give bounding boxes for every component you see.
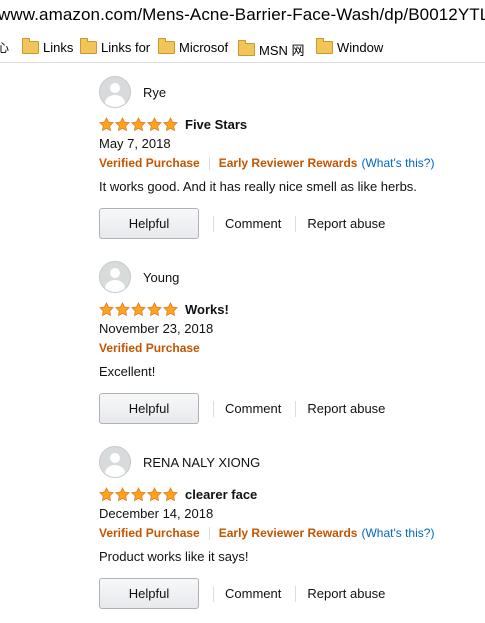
star-icon	[131, 486, 146, 501]
folder-icon	[22, 38, 39, 54]
star-icon	[163, 486, 178, 501]
review-actions: Helpful Comment Report abuse	[99, 208, 479, 239]
review-actions: Helpful Comment Report abuse	[99, 578, 479, 609]
star-icon	[163, 116, 178, 131]
star-icon	[131, 301, 146, 316]
rating-row: Five Stars	[99, 116, 479, 132]
divider	[208, 526, 210, 540]
badges: Verified Purchase Early Reviewer Rewards…	[99, 155, 479, 171]
favorite-label: Links for	[101, 40, 151, 55]
reviewer-profile[interactable]: Young	[99, 261, 479, 293]
report-abuse-link[interactable]: Report abuse	[307, 216, 385, 231]
reviewer-name[interactable]: Young	[143, 270, 179, 285]
favorites-partial-glyph: 心	[0, 39, 9, 56]
star-rating[interactable]	[99, 116, 179, 132]
favorite-label: Microsof	[179, 40, 229, 55]
divider	[213, 585, 214, 602]
favorite-window[interactable]: Window	[316, 38, 384, 55]
helpful-button[interactable]: Helpful	[99, 393, 199, 424]
url-text[interactable]: www.amazon.com/Mens-Acne-Barrier-Face-Wa…	[0, 5, 485, 25]
divider	[213, 215, 214, 232]
early-reviewer-badge: Early Reviewer Rewards	[218, 156, 358, 170]
folder-icon	[158, 38, 175, 54]
badges: Verified Purchase Early Reviewer Rewards…	[99, 525, 479, 541]
report-abuse-link[interactable]: Report abuse	[307, 401, 385, 416]
divider	[208, 156, 210, 170]
rating-row: clearer face	[99, 486, 479, 502]
star-icon	[147, 116, 162, 131]
star-icon	[99, 116, 114, 131]
avatar	[99, 261, 131, 293]
favorites-bar: 心 Links Links for Microsof MSN 网 Window	[0, 36, 485, 63]
star-icon	[99, 486, 114, 501]
reviewer-profile[interactable]: RENA NALY XIONG	[99, 446, 479, 478]
review-title[interactable]: Works!	[185, 302, 229, 317]
reviewer-name[interactable]: RENA NALY XIONG	[143, 455, 260, 470]
avatar	[99, 446, 131, 478]
review-date: November 23, 2018	[99, 321, 214, 336]
star-icon	[115, 486, 130, 501]
divider	[295, 215, 297, 232]
divider	[295, 400, 297, 417]
review-text: It works good. And it has really nice sm…	[99, 179, 417, 194]
star-icon	[163, 301, 178, 316]
review-text: Excellent!	[99, 364, 156, 379]
badges: Verified Purchase	[99, 340, 479, 356]
star-icon	[99, 301, 114, 316]
review-card: RENA NALY XIONG clearer face December 14…	[99, 446, 479, 609]
favorite-microsoft[interactable]: Microsof	[158, 38, 229, 55]
helpful-button[interactable]: Helpful	[99, 578, 199, 609]
review-text: Product works like it says!	[99, 549, 249, 564]
star-icon	[115, 116, 130, 131]
review-title[interactable]: Five Stars	[185, 117, 247, 132]
whats-this-link[interactable]: (What's this?)	[361, 526, 434, 540]
favorite-msn[interactable]: MSN 网	[238, 40, 305, 59]
star-rating[interactable]	[99, 486, 179, 502]
verified-purchase-badge: Verified Purchase	[99, 341, 200, 355]
rating-row: Works!	[99, 301, 479, 317]
whats-this-link[interactable]: (What's this?)	[361, 156, 434, 170]
review-card: Rye Five Stars May 7, 2018 Verified Purc…	[99, 76, 479, 239]
review-date: May 7, 2018	[99, 136, 171, 151]
reviewer-name[interactable]: Rye	[143, 85, 166, 100]
favorite-label: Links	[43, 40, 74, 55]
star-icon	[131, 116, 146, 131]
folder-icon	[238, 40, 255, 56]
star-icon	[115, 301, 130, 316]
early-reviewer-badge: Early Reviewer Rewards	[218, 526, 358, 540]
folder-icon	[80, 38, 97, 54]
favorite-label: Window	[337, 40, 384, 55]
star-icon	[147, 486, 162, 501]
comment-link[interactable]: Comment	[225, 586, 281, 601]
divider	[213, 400, 214, 417]
verified-purchase-badge: Verified Purchase	[99, 156, 200, 170]
review-title[interactable]: clearer face	[185, 487, 257, 502]
star-rating[interactable]	[99, 301, 179, 317]
comment-link[interactable]: Comment	[225, 401, 281, 416]
comment-link[interactable]: Comment	[225, 216, 281, 231]
review-actions: Helpful Comment Report abuse	[99, 393, 479, 424]
verified-purchase-badge: Verified Purchase	[99, 526, 200, 540]
star-icon	[147, 301, 162, 316]
avatar	[99, 76, 131, 108]
favorite-links[interactable]: Links	[22, 38, 74, 55]
folder-icon	[316, 38, 333, 54]
review-card: Young Works! November 23, 2018 Verified …	[99, 261, 479, 424]
helpful-button[interactable]: Helpful	[99, 208, 199, 239]
address-bar[interactable]: www.amazon.com/Mens-Acne-Barrier-Face-Wa…	[0, 0, 485, 32]
favorite-label: MSN 网	[259, 43, 305, 58]
divider	[295, 585, 297, 602]
report-abuse-link[interactable]: Report abuse	[307, 586, 385, 601]
reviewer-profile[interactable]: Rye	[99, 76, 479, 108]
review-date: December 14, 2018	[99, 506, 214, 521]
favorite-links-for[interactable]: Links for	[80, 38, 151, 55]
